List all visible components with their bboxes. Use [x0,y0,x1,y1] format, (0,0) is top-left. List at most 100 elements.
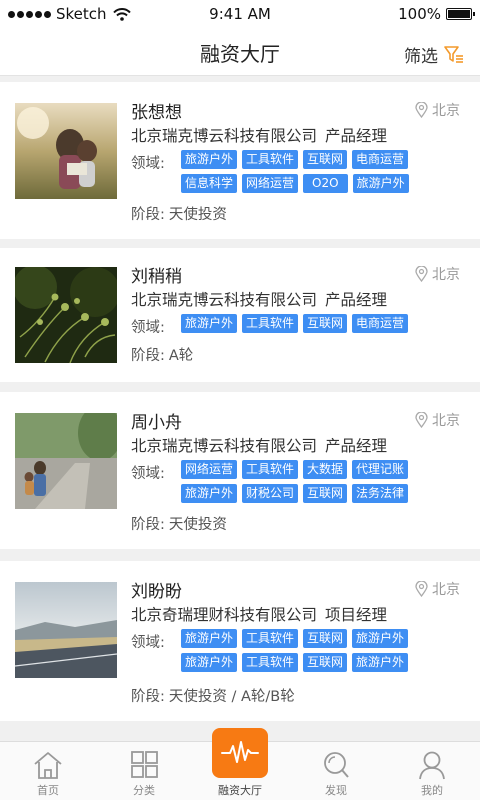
battery-icon [446,8,475,20]
location-pin-icon [415,412,428,428]
stage-row: 阶段: A轮 [131,344,193,365]
list-item[interactable]: 张想想 北京 北京瑞克博云科技有限公司 产品经理 领域: 旅游户外 工具软件 互联… [0,82,480,239]
stage-row: 阶段: 天使投资 / A轮/B轮 [131,685,295,706]
nav-bar: 融资大厅 筛选 [0,28,480,76]
location: 北京 [415,410,460,430]
tag: 旅游户外 [181,150,238,169]
tab-discover[interactable]: 发现 [288,742,384,800]
company-name: 北京奇瑞理财科技有限公司 [131,606,318,624]
tab-bar: 首页 分类 融资大厅 发现 我的 [0,728,480,800]
stage-row: 阶段: 天使投资 [131,203,227,224]
tab-label: 分类 [133,784,155,797]
tag: 工具软件 [242,314,299,333]
stage-label: 阶段: [131,517,165,533]
tag: 工具软件 [242,150,299,169]
company-role: 北京瑞克博云科技有限公司 产品经理 [131,124,387,146]
tag: 代理记账 [352,460,409,479]
tab-profile[interactable]: 我的 [384,742,480,800]
person-name: 刘稍稍 [131,267,182,287]
tag: 互联网 [303,484,348,503]
filter-button[interactable]: 筛选 [404,42,464,67]
tab-category[interactable]: 分类 [96,742,192,800]
person-name: 张想想 [131,103,182,123]
list-item[interactable]: 刘盼盼 北京 北京奇瑞理财科技有限公司 项目经理 领域: 旅游户外 工具软件 互联… [0,561,480,721]
company-role: 北京瑞克博云科技有限公司 产品经理 [131,434,387,456]
tag: 旅游户外 [352,629,409,648]
tag: O2O [303,174,348,193]
tab-label: 我的 [421,784,443,797]
stage-label: 阶段: [131,689,165,705]
tag: 互联网 [303,150,348,169]
location: 北京 [415,264,460,284]
stage-value: A轮 [168,348,194,364]
battery-percent: 100% [398,5,441,23]
status-right: 100% [398,5,475,23]
stage-label: 阶段: [131,348,165,364]
tag: 网络运营 [242,174,299,193]
list-item[interactable]: 刘稍稍 北京 北京瑞克博云科技有限公司 产品经理 领域: 旅游户外 工具软件 互联… [0,248,480,382]
tag-list: 网络运营 工具软件 大数据 代理记账 旅游户外 财税公司 互联网 法务法律 [181,460,441,503]
location-pin-icon [415,102,428,118]
location-label: 北京 [432,267,460,283]
location: 北京 [415,579,460,599]
stage-label: 阶段: [131,207,165,223]
tag: 电商运营 [352,150,409,169]
status-bar: Sketch 9:41 AM 100% [0,0,480,28]
field-label: 领域: [131,466,165,482]
person-name: 周小舟 [131,413,182,433]
job-title: 项目经理 [325,606,388,624]
tag-list: 旅游户外 工具软件 互联网 电商运营 信息科学 网络运营 O2O 旅游户外 [181,150,441,193]
location-pin-icon [415,266,428,282]
tag: 法务法律 [352,484,409,503]
field-label: 领域: [131,156,165,172]
list-item[interactable]: 周小舟 北京 北京瑞克博云科技有限公司 产品经理 领域: 网络运营 工具软件 大数… [0,392,480,549]
category-icon [131,751,158,778]
tag: 旅游户外 [181,484,238,503]
tag-list: 旅游户外 工具软件 互联网 旅游户外 旅游户外 工具软件 互联网 旅游户外 [181,629,441,672]
tag: 旅游户外 [181,653,238,672]
tag: 财税公司 [242,484,299,503]
avatar-photo [15,413,117,509]
tag: 旅游户外 [181,629,238,648]
job-title: 产品经理 [325,437,388,455]
tab-financing-hall[interactable]: 融资大厅 [192,728,288,800]
company-role: 北京瑞克博云科技有限公司 产品经理 [131,288,387,310]
tag: 工具软件 [242,653,299,672]
avatar-photo [15,267,117,363]
avatar-photo [15,582,117,678]
tab-home[interactable]: 首页 [0,742,96,800]
financing-hall-button[interactable] [212,728,268,778]
field-label: 领域: [131,635,165,651]
field-label: 领域: [131,320,165,336]
filter-icon [444,45,463,63]
tag: 工具软件 [242,460,299,479]
tab-label: 发现 [325,784,347,797]
pulse-icon [221,741,259,763]
stage-value: 天使投资 [168,517,227,533]
person-name: 刘盼盼 [131,582,182,602]
location-label: 北京 [432,103,460,119]
stage-row: 阶段: 天使投资 [131,513,227,534]
location-label: 北京 [432,582,460,598]
company-name: 北京瑞克博云科技有限公司 [131,291,318,309]
company-name: 北京瑞克博云科技有限公司 [131,127,318,145]
company-role: 北京奇瑞理财科技有限公司 项目经理 [131,603,387,625]
tag-list: 旅游户外 工具软件 互联网 电商运营 [181,314,441,333]
stage-value: 天使投资 / A轮/B轮 [168,689,295,705]
tag: 网络运营 [181,460,238,479]
filter-label: 筛选 [404,47,438,67]
tag: 电商运营 [352,314,409,333]
avatar-photo [15,103,117,199]
tag: 信息科学 [181,174,238,193]
location: 北京 [415,100,460,120]
discover-icon [324,752,349,778]
tab-label: 首页 [37,784,59,797]
stage-value: 天使投资 [168,207,227,223]
tag: 旅游户外 [352,174,409,193]
tag: 工具软件 [242,629,299,648]
tag: 大数据 [303,460,348,479]
tab-label: 融资大厅 [218,784,262,797]
tag: 旅游户外 [352,653,409,672]
job-title: 产品经理 [325,127,388,145]
home-icon [34,752,62,779]
